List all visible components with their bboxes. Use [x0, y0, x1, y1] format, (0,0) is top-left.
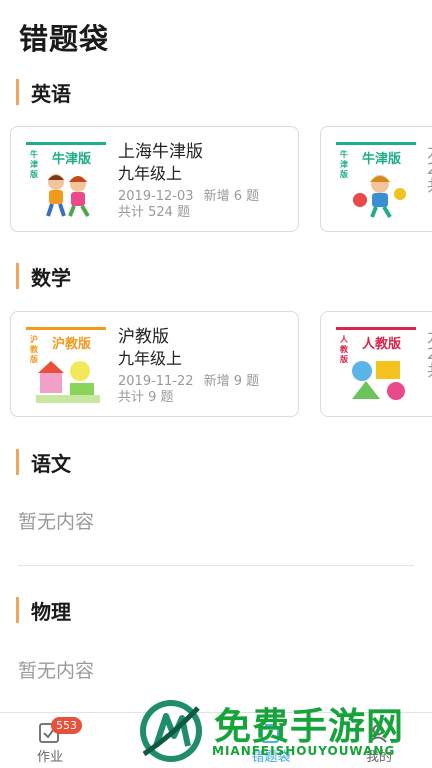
peek-line: 共	[427, 177, 432, 194]
book-card-hujiao[interactable]: 沪教版 沪教版 沪教版 九年级上 2019-11-22 新增 9 题 共计 9 题	[10, 311, 299, 417]
nav-label: 作业	[36, 750, 63, 765]
book-cover-hujiao: 沪教版 沪教版	[26, 327, 106, 403]
section-accent-bar	[16, 597, 19, 623]
section-divider	[18, 565, 414, 566]
book-new-count: 新增 9 题	[203, 374, 260, 389]
book-update-line: 2019-12-03 新增 6 题	[118, 188, 296, 205]
book-name: 沪教版	[118, 327, 169, 347]
cover-accent-stripe	[336, 327, 416, 330]
peek-line: 2	[427, 345, 432, 362]
section-header-math: 数学	[16, 262, 71, 290]
section-accent-bar	[16, 263, 19, 289]
watermark-title: 免费手游网	[214, 705, 404, 748]
page-title: 错题袋	[19, 22, 110, 56]
book-update-date: 2019-12-03	[118, 189, 194, 204]
book-card-renjiao[interactable]: 人教版 人教版 九 2 共	[320, 311, 432, 417]
section-header-chinese: 语文	[16, 448, 71, 476]
nav-item-homework[interactable]: 553 作业	[7, 713, 93, 768]
cover-title: 沪教版	[52, 337, 92, 352]
peek-line: 九	[427, 143, 432, 160]
math-illustration	[36, 361, 100, 403]
book-info: 沪教版 九年级上 2019-11-22 新增 9 题 共计 9 题	[118, 326, 296, 406]
section-accent-bar	[16, 449, 19, 475]
peek-line: 共	[427, 362, 432, 379]
cover-accent-stripe	[26, 142, 106, 145]
section-title-physics: 物理	[31, 599, 71, 624]
book-update-date: 2019-11-22	[118, 374, 194, 389]
watermark: 免费手游网 MIANFEISHOUYOUWANG	[132, 694, 432, 768]
peek-book-info: 九 2 共	[427, 143, 432, 194]
watermark-subtitle: MIANFEISHOUYOUWANG	[212, 744, 396, 758]
homework-badge: 553	[51, 717, 82, 734]
book-total-count: 共计 9 题	[118, 390, 174, 405]
section-title-math: 数学	[31, 265, 71, 290]
section-accent-bar	[16, 79, 19, 105]
math-book-row[interactable]: 沪教版 沪教版 沪教版 九年级上 2019-11-22 新增 9 题 共计 9 题…	[10, 311, 432, 417]
book-info: 上海牛津版 九年级上 2019-12-03 新增 6 题 共计 524 题	[118, 141, 296, 221]
math-illustration	[352, 361, 405, 400]
book-cover-oxford: 牛津版 牛津版	[336, 142, 416, 218]
section-header-physics: 物理	[16, 596, 71, 624]
book-grade: 九年级上	[118, 349, 183, 368]
cover-accent-stripe	[336, 142, 416, 145]
kids-illustration	[46, 174, 90, 218]
cover-accent-stripe	[26, 327, 106, 330]
book-name: 上海牛津版	[118, 142, 203, 162]
section-title-chinese: 语文	[31, 451, 71, 476]
cover-title: 牛津版	[52, 152, 92, 167]
book-update-line: 2019-11-22 新增 9 题	[118, 373, 296, 390]
kids-illustration	[353, 175, 406, 218]
empty-state-chinese: 暂无内容	[18, 511, 95, 533]
cover-title: 牛津版	[362, 152, 402, 167]
book-grade: 九年级上	[118, 164, 183, 183]
watermark-logo-icon	[140, 700, 202, 762]
peek-line: 2	[427, 160, 432, 177]
cover-title: 人教版	[362, 337, 402, 352]
peek-line: 九	[427, 328, 432, 345]
book-card-shanghai-oxford[interactable]: 牛津版 牛津版 上海牛津版 九年级上 2019-12-03 新增 6 题 共计 5	[10, 126, 299, 232]
book-cover-renjiao: 人教版 人教版	[336, 327, 416, 403]
section-title-english: 英语	[31, 81, 71, 106]
english-book-row[interactable]: 牛津版 牛津版 上海牛津版 九年级上 2019-12-03 新增 6 题 共计 5	[10, 126, 432, 232]
book-new-count: 新增 6 题	[203, 189, 260, 204]
book-card-oxford-2[interactable]: 牛津版 牛津版 九 2 共	[320, 126, 432, 232]
section-header-english: 英语	[16, 78, 71, 106]
book-cover-oxford: 牛津版 牛津版	[26, 142, 106, 218]
empty-state-physics: 暂无内容	[18, 660, 95, 682]
book-total-count: 共计 524 题	[118, 205, 191, 220]
peek-book-info: 九 2 共	[427, 328, 432, 379]
